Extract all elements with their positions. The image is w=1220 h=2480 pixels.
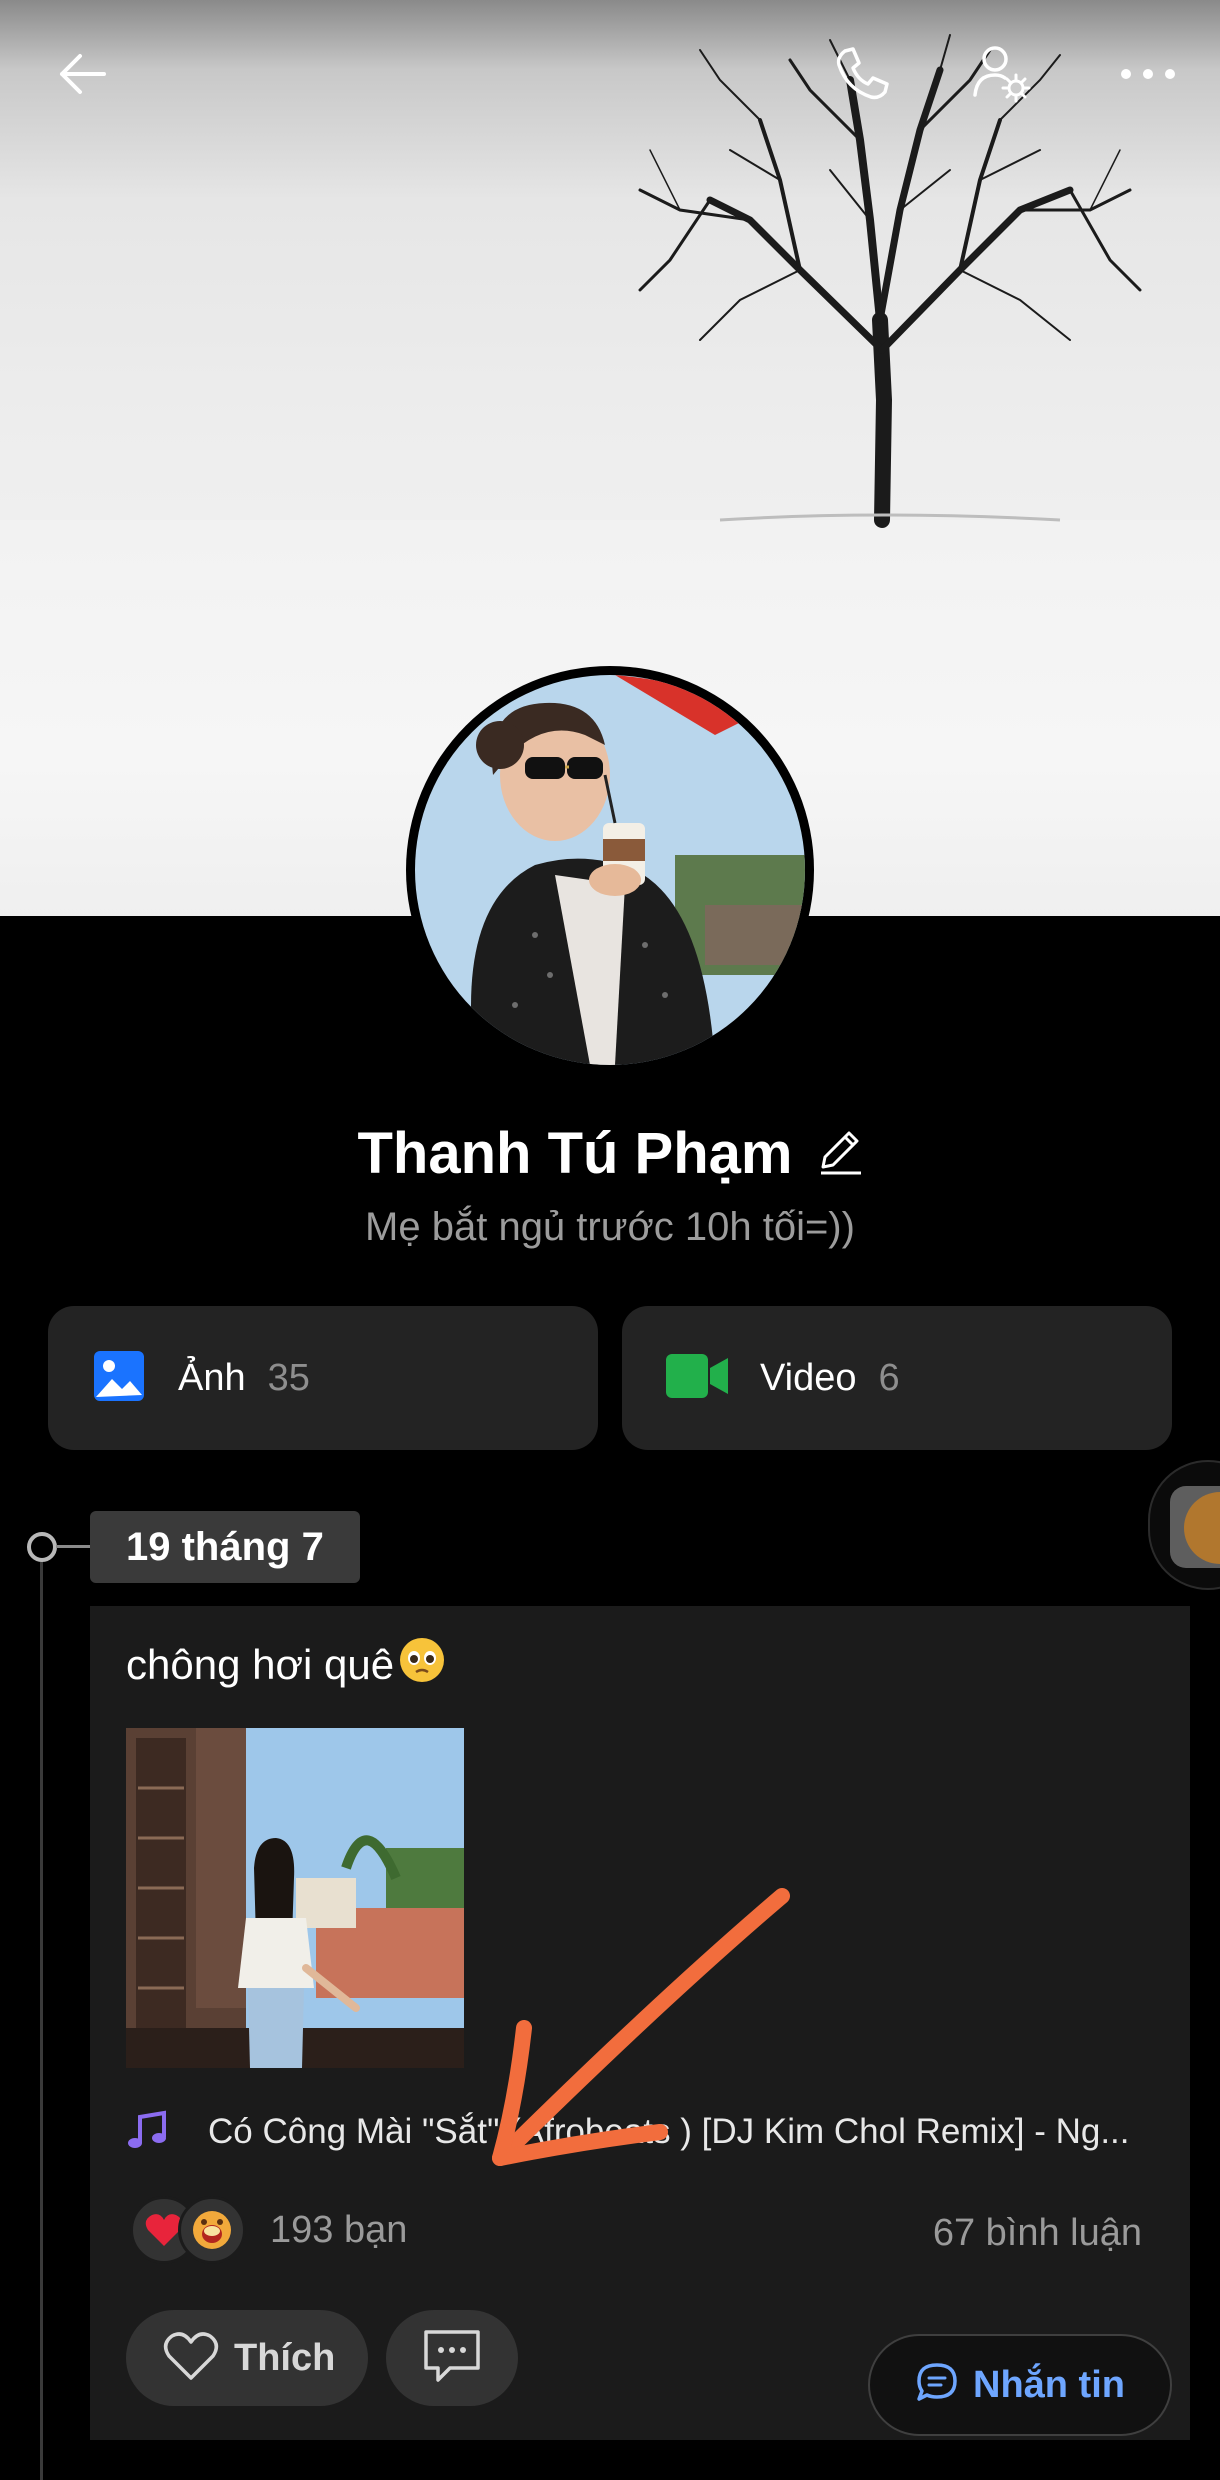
- comment-bubble-icon: [420, 2326, 484, 2391]
- reactions-summary[interactable]: 193 bạn: [130, 2196, 407, 2264]
- photos-count: 35: [267, 1356, 310, 1399]
- timeline-line: [40, 1546, 43, 2480]
- chat-bubble-icon: [915, 2361, 959, 2410]
- music-row[interactable]: Có Công Mài "Sắt" (Afrobeats ) [DJ Kim C…: [126, 2102, 1166, 2162]
- post-photo[interactable]: [126, 1728, 464, 2068]
- reactions-count: 193 bạn: [270, 2208, 408, 2251]
- pleading-face-icon: [398, 1636, 446, 1694]
- videos-button[interactable]: Video 6: [622, 1306, 1172, 1450]
- timeline-connector: [56, 1545, 92, 1548]
- post-caption: chông hơi quê: [126, 1641, 395, 1688]
- message-button[interactable]: Nhắn tin: [868, 2334, 1172, 2436]
- surprised-reaction-icon: [178, 2196, 246, 2264]
- profile-name: Thanh Tú Phạm: [357, 1121, 793, 1186]
- avatar-photo: [415, 675, 805, 1065]
- heart-outline-icon: [162, 2330, 220, 2387]
- comment-button[interactable]: [386, 2310, 518, 2406]
- timeline-node: [27, 1532, 57, 1562]
- floating-bubble[interactable]: [1148, 1460, 1220, 1590]
- more-options-icon[interactable]: [1112, 38, 1184, 110]
- music-title: Có Công Mài "Sắt" (Afrobeats ) [DJ Kim C…: [208, 2112, 1130, 2151]
- image-icon: [92, 1349, 146, 1408]
- post-card[interactable]: chông hơi quê Có Công Mài "Sắt" (Afrobea…: [90, 1606, 1190, 2440]
- music-note-icon: [126, 2109, 168, 2156]
- avatar[interactable]: [406, 666, 814, 1074]
- post-text: chông hơi quê: [126, 1636, 446, 1694]
- profile-name-row: Thanh Tú Phạm: [0, 1120, 1220, 1187]
- photos-button[interactable]: Ảnh 35: [48, 1306, 598, 1450]
- phone-icon[interactable]: [826, 38, 898, 110]
- message-label: Nhắn tin: [973, 2363, 1125, 2406]
- like-button[interactable]: Thích: [126, 2310, 368, 2406]
- back-arrow-icon[interactable]: [46, 38, 118, 110]
- user-settings-icon[interactable]: [966, 38, 1038, 110]
- videos-label: Video: [760, 1356, 857, 1399]
- edit-pencil-icon[interactable]: [819, 1127, 863, 1180]
- profile-bio: Mẹ bắt ngủ trước 10h tối=)): [365, 1205, 855, 1249]
- video-camera-icon: [666, 1352, 728, 1405]
- comments-count[interactable]: 67 bình luận: [933, 2212, 1142, 2255]
- videos-count: 6: [878, 1356, 900, 1399]
- date-chip: 19 tháng 7: [90, 1511, 360, 1583]
- photos-label: Ảnh: [178, 1356, 246, 1399]
- like-label: Thích: [234, 2336, 336, 2379]
